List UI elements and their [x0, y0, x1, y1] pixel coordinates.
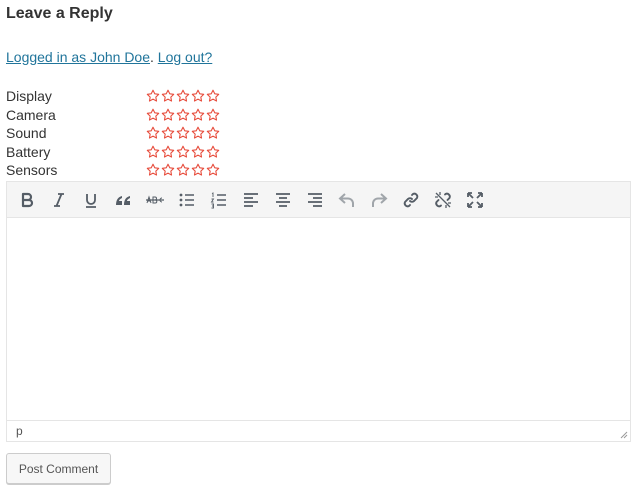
italic-button[interactable] — [43, 184, 75, 216]
logged-in-notice: Logged in as John Doe. Log out? — [6, 49, 212, 65]
undo-icon — [338, 192, 354, 207]
star-icon[interactable] — [161, 126, 175, 140]
remove-link-button[interactable] — [427, 184, 459, 216]
star-icon[interactable] — [146, 163, 160, 177]
star-icon[interactable] — [191, 89, 205, 103]
blockquote-icon — [116, 195, 130, 205]
rating-label: Camera — [6, 106, 56, 123]
ratings-list: Display Camera Sound Battery Sensors — [6, 87, 220, 180]
reply-heading: Leave a Reply — [6, 5, 113, 22]
align-left-button[interactable] — [235, 184, 267, 216]
star-icon[interactable] — [161, 163, 175, 177]
star-icon[interactable] — [146, 108, 160, 122]
post-comment-button[interactable]: Post Comment — [6, 453, 111, 484]
insert-link-button[interactable] — [395, 184, 427, 216]
redo-button[interactable] — [363, 184, 395, 216]
editor-toolbar — [7, 182, 630, 218]
bold-icon — [21, 192, 34, 207]
bold-button[interactable] — [11, 184, 43, 216]
rating-row-camera: Camera — [6, 106, 220, 125]
underline-icon — [86, 193, 96, 208]
comment-textarea[interactable] — [7, 218, 630, 421]
star-icon[interactable] — [191, 108, 205, 122]
align-center-button[interactable] — [267, 184, 299, 216]
rating-label: Sound — [6, 125, 47, 142]
numbered-list-button[interactable] — [203, 184, 235, 216]
star-icon[interactable] — [191, 126, 205, 140]
logout-link[interactable]: Log out? — [158, 49, 213, 65]
rating-row-battery: Battery — [6, 143, 220, 162]
star-rating — [146, 126, 220, 140]
rating-label: Display — [6, 88, 52, 105]
star-rating — [146, 163, 220, 177]
star-icon[interactable] — [176, 89, 190, 103]
star-icon[interactable] — [146, 126, 160, 140]
star-icon[interactable] — [206, 126, 220, 140]
notice-separator: . — [150, 49, 154, 65]
star-icon[interactable] — [206, 89, 220, 103]
undo-button[interactable] — [331, 184, 363, 216]
bulleted-list-button[interactable] — [171, 184, 203, 216]
italic-icon — [54, 192, 64, 207]
rating-row-sensors: Sensors — [6, 161, 220, 180]
star-icon[interactable] — [206, 108, 220, 122]
underline-button[interactable] — [75, 184, 107, 216]
blockquote-button[interactable] — [107, 184, 139, 216]
bulleted-list-icon — [179, 193, 194, 206]
editor-statusbar: p — [7, 420, 630, 441]
profile-link[interactable]: Logged in as John Doe — [6, 49, 150, 65]
comment-editor: p — [6, 181, 631, 442]
star-rating — [146, 108, 220, 122]
star-rating — [146, 89, 220, 103]
star-icon[interactable] — [146, 89, 160, 103]
star-icon[interactable] — [161, 108, 175, 122]
insert-link-icon — [403, 192, 419, 207]
align-center-icon — [276, 192, 290, 207]
remove-link-icon — [435, 191, 451, 208]
star-icon[interactable] — [176, 163, 190, 177]
fullscreen-icon — [467, 191, 483, 208]
star-icon[interactable] — [191, 145, 205, 159]
align-right-button[interactable] — [299, 184, 331, 216]
numbered-list-icon — [210, 191, 226, 208]
rating-row-display: Display — [6, 87, 220, 106]
resize-handle-icon[interactable] — [618, 429, 628, 439]
star-icon[interactable] — [191, 163, 205, 177]
star-rating — [146, 145, 220, 159]
star-icon[interactable] — [161, 145, 175, 159]
element-path[interactable]: p — [16, 424, 23, 438]
star-icon[interactable] — [176, 126, 190, 140]
align-right-icon — [308, 192, 322, 207]
fullscreen-button[interactable] — [459, 184, 491, 216]
star-icon[interactable] — [176, 145, 190, 159]
rating-label: Sensors — [6, 162, 58, 179]
strikethrough-icon — [146, 194, 164, 203]
strikethrough-button[interactable] — [139, 184, 171, 216]
align-left-icon — [244, 192, 258, 207]
star-icon[interactable] — [206, 163, 220, 177]
star-icon[interactable] — [146, 145, 160, 159]
star-icon[interactable] — [161, 89, 175, 103]
rating-label: Battery — [6, 143, 51, 160]
rating-row-sound: Sound — [6, 124, 220, 143]
redo-icon — [372, 192, 388, 207]
star-icon[interactable] — [206, 145, 220, 159]
star-icon[interactable] — [176, 108, 190, 122]
